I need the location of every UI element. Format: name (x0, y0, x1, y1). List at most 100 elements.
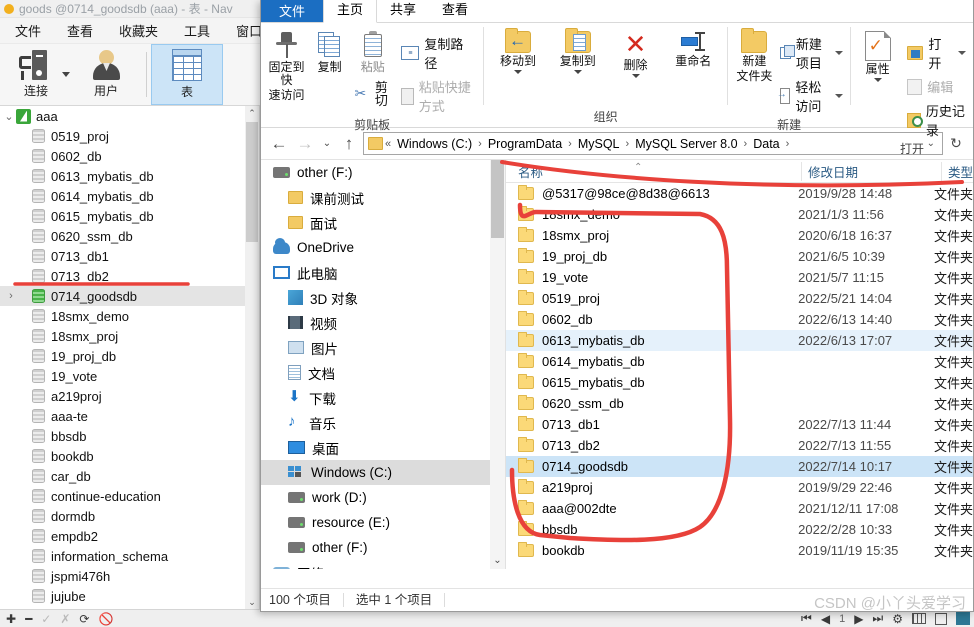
scroll-up-icon[interactable]: ⌃ (245, 106, 259, 120)
tree-database-bookdb[interactable]: bookdb (0, 446, 259, 466)
prev-page-icon[interactable]: ◀ (821, 612, 830, 626)
chevron-down-icon[interactable] (631, 74, 640, 78)
nav-item-[interactable]: 面试 (261, 210, 505, 235)
menu-view[interactable]: 查看 (54, 19, 106, 42)
easy-access-button[interactable]: 轻松访问 (777, 76, 846, 116)
nav-item-[interactable]: 桌面 (261, 435, 505, 460)
tree-database-jspmi476h[interactable]: jspmi476h (0, 566, 259, 586)
toolbar-user-button[interactable]: 用户 (70, 44, 142, 105)
tree-database-jujube[interactable]: jujube (0, 586, 259, 606)
column-header-type[interactable]: 类型 (941, 161, 973, 181)
table-row[interactable]: aaa@002dte 2021/12/11 17:08 文件夹 (506, 498, 973, 519)
tree-database-0602-db[interactable]: 0602_db (0, 146, 259, 166)
table-row[interactable]: 0714_goodsdb 2022/7/14 10:17 文件夹 (506, 456, 973, 477)
menu-file[interactable]: 文件 (2, 19, 54, 42)
nav-item-[interactable]: 此电脑 (261, 260, 505, 285)
nav-item-[interactable]: ♪ 音乐 (261, 410, 505, 435)
add-icon[interactable]: ✚ (6, 612, 16, 626)
history-button[interactable]: 历史记录 (904, 100, 969, 140)
scrollbar-thumb[interactable] (491, 160, 504, 238)
tree-database-empdb2[interactable]: empdb2 (0, 526, 259, 546)
table-row[interactable]: 0519_proj 2022/5/21 14:04 文件夹 (506, 288, 973, 309)
nav-item-[interactable]: 网络 (261, 560, 505, 569)
nav-item-[interactable]: 课前测试 (261, 185, 505, 210)
refresh-icon[interactable]: ⟳ (79, 612, 89, 626)
table-row[interactable]: a219proj 2019/9/29 22:46 文件夹 (506, 477, 973, 498)
scroll-down-icon[interactable]: ⌄ (490, 552, 505, 569)
tab-share[interactable]: 共享 (377, 0, 429, 22)
column-header-name[interactable]: 名称 ⌃ (506, 162, 801, 181)
nav-item-[interactable]: 文档 (261, 360, 505, 385)
breadcrumb-separator[interactable]: › (567, 138, 573, 150)
menu-favorites[interactable]: 收藏夹 (106, 19, 171, 42)
tree-database-information-schema[interactable]: information_schema (0, 546, 259, 566)
nav-item-workd[interactable]: work (D:) (261, 485, 505, 510)
paste-button[interactable]: 粘贴 ✂ 剪切 (351, 27, 394, 108)
menu-tools[interactable]: 工具 (171, 19, 223, 42)
tree-database-0713-db1[interactable]: 0713_db1 (0, 246, 259, 266)
connection-dropdown-caret[interactable] (62, 44, 70, 105)
chevron-down-icon[interactable] (835, 94, 844, 98)
tab-home[interactable]: 主页 (323, 0, 378, 23)
chevron-down-icon[interactable]: ⌄ (2, 110, 16, 123)
table-row[interactable]: bbsdb 2022/2/28 10:33 文件夹 (506, 519, 973, 540)
navicat-tree-scrollbar[interactable]: ⌃ ⌄ (245, 106, 259, 609)
tree-database-0713-db2[interactable]: 0713_db2 (0, 266, 259, 286)
chevron-down-icon[interactable] (873, 78, 882, 82)
stop-icon[interactable]: 🚫 (98, 612, 113, 626)
breadcrumb-mysql[interactable]: MySQL (574, 136, 624, 152)
breadcrumb-programdata[interactable]: ProgramData (484, 136, 566, 152)
next-page-icon[interactable]: ▶ (854, 612, 863, 626)
nav-item-[interactable]: 视频 (261, 310, 505, 335)
table-row[interactable]: 0713_db2 2022/7/13 11:55 文件夹 (506, 435, 973, 456)
tree-database-bbsdb[interactable]: bbsdb (0, 426, 259, 446)
cut-button[interactable]: ✂ 剪切 (351, 80, 394, 108)
nav-item-onedrive[interactable]: OneDrive (261, 235, 505, 260)
tab-view[interactable]: 查看 (429, 0, 481, 22)
table-row[interactable]: 0713_db1 2022/7/13 11:44 文件夹 (506, 414, 973, 435)
table-row[interactable]: 18smx_demo 2021/1/3 11:56 文件夹 (506, 204, 973, 225)
grid-view-icon[interactable] (912, 613, 926, 624)
tree-database-0613-mybatis-db[interactable]: 0613_mybatis_db (0, 166, 259, 186)
tree-database-dormdb[interactable]: dormdb (0, 506, 259, 526)
rename-button[interactable]: 重命名 (663, 27, 723, 68)
chevron-down-icon[interactable] (573, 70, 582, 74)
table-row[interactable]: 0613_mybatis_db 2022/6/13 17:07 文件夹 (506, 330, 973, 351)
nav-item-[interactable]: ⬇ 下载 (261, 385, 505, 410)
breadcrumb-separator[interactable]: › (477, 138, 483, 150)
nav-item-3d[interactable]: 3D 对象 (261, 285, 505, 310)
move-to-button[interactable]: 移动到 (488, 27, 548, 74)
table-row[interactable]: @5317@98ce@8d38@6613 2019/9/28 14:48 文件夹 (506, 183, 973, 204)
copy-path-button[interactable]: ≡ 复制路径 (398, 33, 479, 73)
nav-item-otherf[interactable]: other (F:) (261, 535, 505, 560)
new-item-button[interactable]: 新建项目 (777, 33, 846, 73)
table-row[interactable]: 18smx_proj 2020/6/18 16:37 文件夹 (506, 225, 973, 246)
explorer-file-list[interactable]: 名称 ⌃ 修改日期 类型 @5317@98ce@8d38@6613 2019/9/… (506, 160, 973, 569)
tree-database-19-proj-db[interactable]: 19_proj_db (0, 346, 259, 366)
tree-database-continue-education[interactable]: continue-education (0, 486, 259, 506)
tree-database-0620-ssm-db[interactable]: 0620_ssm_db (0, 226, 259, 246)
scroll-down-icon[interactable]: ⌄ (245, 595, 259, 609)
properties-button[interactable]: ✓ 属性 (855, 27, 900, 82)
chevron-down-icon[interactable] (835, 51, 844, 55)
remove-icon[interactable]: ━ (25, 612, 32, 626)
breadcrumb-windows-c[interactable]: Windows (C:) (393, 136, 476, 152)
table-row[interactable]: 19_vote 2021/5/7 11:15 文件夹 (506, 267, 973, 288)
toolbar-table-button[interactable]: 表 (151, 44, 223, 105)
chevron-down-icon[interactable] (514, 70, 523, 74)
tree-database-18smx-demo[interactable]: 18smx_demo (0, 306, 259, 326)
pin-to-quick-access-button[interactable]: 固定到快 速访问 (265, 27, 308, 102)
chevron-right-icon[interactable]: › (4, 290, 18, 302)
tree-database-car-db[interactable]: car_db (0, 466, 259, 486)
table-row[interactable]: 0614_mybatis_db 文件夹 (506, 351, 973, 372)
nav-item-resourcee[interactable]: resource (E:) (261, 510, 505, 535)
table-row[interactable]: 0615_mybatis_db 文件夹 (506, 372, 973, 393)
breadcrumb-separator[interactable]: › (625, 138, 631, 150)
explorer-navigation-pane[interactable]: other (F:) 课前测试 面试 OneDrive 此电脑 3D 对象 视频 图片 文档 ⬇ 下… (261, 160, 506, 569)
navigation-scrollbar[interactable]: ⌄ (490, 160, 505, 569)
tree-connection-aaa[interactable]: ⌄ aaa (0, 106, 259, 126)
nav-item-windowsc[interactable]: Windows (C:) (261, 460, 505, 485)
table-row[interactable]: bookdb 2019/11/19 15:35 文件夹 (506, 540, 973, 561)
tree-database-19-vote[interactable]: 19_vote (0, 366, 259, 386)
settings-icon[interactable]: ⚙ (892, 612, 903, 626)
